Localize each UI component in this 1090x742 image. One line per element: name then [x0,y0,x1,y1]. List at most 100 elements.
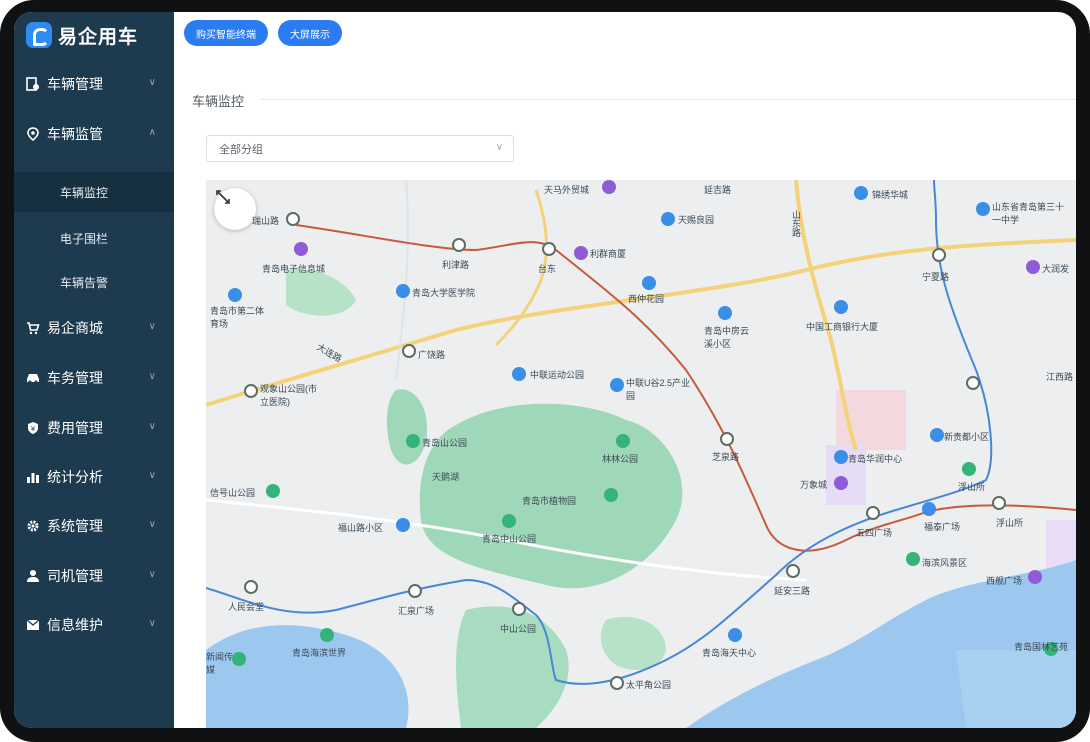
map-label: 观象山公园(市立医院) [260,384,317,407]
sidebar-item-mall[interactable]: 易企商城 ∨ [14,308,174,348]
poi-marker-icon[interactable] [976,202,990,216]
poi-marker-icon[interactable] [604,488,618,502]
metro-station-icon[interactable] [452,238,466,252]
sidebar-item-statistics[interactable]: 统计分析 ∨ [14,457,174,497]
chevron-down-icon: ∨ [148,421,156,432]
metro-station-icon[interactable] [408,584,422,598]
map-label: 中国工商银行大厦 [806,322,879,332]
metro-station-icon[interactable] [286,212,300,226]
metro-station-icon[interactable] [610,676,624,690]
poi-marker-icon[interactable] [962,462,976,476]
sidebar-item-system[interactable]: 系统管理 ∨ [14,506,174,546]
submenu-item-vehicle-monitoring[interactable]: 车辆监控 [14,172,174,212]
poi-marker-icon[interactable] [610,378,624,392]
metro-station-icon[interactable] [966,376,980,390]
chevron-up-icon: ∧ [148,127,156,138]
chevron-down-icon: ∨ [148,77,156,88]
mail-icon [25,617,41,633]
map-label: 西仲花园 [628,294,665,304]
map-label: 青岛海滨世界 [292,648,347,658]
sidebar-item-expenses[interactable]: ¥ 费用管理 ∨ [14,408,174,448]
poi-marker-icon[interactable] [228,288,242,302]
gear-icon [25,518,41,534]
metro-station-icon[interactable] [720,432,734,446]
map-label: 广饶路 [418,350,446,360]
vehicle-map[interactable]: 天马外贸城 延吉路 山东路 锦绣华城 山东省青岛第三十一中学 天赐良园 利群商厦… [206,180,1076,728]
poi-marker-icon[interactable] [834,300,848,314]
poi-marker-icon[interactable] [396,518,410,532]
poi-marker-icon[interactable] [294,242,308,256]
poi-marker-icon[interactable] [502,514,516,528]
big-screen-button[interactable]: 大屏展示 [278,20,342,46]
metro-station-icon[interactable] [866,506,880,520]
shield-icon: ¥ [25,420,41,436]
map-label: 青岛国林艺苑 [1014,642,1069,652]
map-label: 汇泉广场 [398,606,435,616]
map-label: 人民会堂 [228,602,265,612]
poi-marker-icon[interactable] [642,276,656,290]
submenu-item-geofence[interactable]: 电子围栏 [14,218,174,258]
sidebar-item-drivers[interactable]: 司机管理 ∨ [14,556,174,596]
map-label: 中联U谷2.5产业园 [626,378,691,401]
poi-marker-icon[interactable] [1028,570,1042,584]
map-label: 大润发 [1042,264,1070,274]
poi-marker-icon[interactable] [922,502,936,516]
map-label: 西舰广场 [986,576,1023,586]
device-frame: 易企用车 车辆管理 ∨ 车辆监管 ∧ 车辆监控 电子围栏 车辆告警 易企商城 ∨… [0,0,1090,742]
map-label: 青岛中山公园 [482,534,537,544]
metro-station-icon[interactable] [786,564,800,578]
poi-marker-icon[interactable] [406,434,420,448]
map-label: 青岛华润中心 [848,454,903,464]
map-label: 新贵都小区 [944,432,990,442]
submenu-label: 车辆监控 [60,185,109,200]
app-logo: 易企用车 [26,18,138,52]
map-label: 青岛电子信息城 [262,264,326,274]
poi-marker-icon[interactable] [854,186,868,200]
poi-marker-icon[interactable] [1026,260,1040,274]
poi-marker-icon[interactable] [602,180,616,194]
submenu-label: 车辆告警 [60,275,109,290]
metro-station-icon[interactable] [512,602,526,616]
poi-marker-icon[interactable] [574,246,588,260]
zoom-select-button[interactable] [214,188,256,230]
metro-station-icon[interactable] [992,496,1006,510]
metro-station-icon[interactable] [402,344,416,358]
page-title: 车辆监控 [192,94,245,109]
map-label: 芝泉路 [712,452,740,462]
poi-marker-icon[interactable] [834,476,848,490]
poi-marker-icon[interactable] [616,434,630,448]
poi-marker-icon[interactable] [396,284,410,298]
submenu-label: 电子围栏 [60,231,109,246]
poi-marker-icon[interactable] [728,628,742,642]
metro-station-icon[interactable] [542,242,556,256]
metro-station-icon[interactable] [244,384,258,398]
car-icon [25,370,41,386]
poi-marker-icon[interactable] [320,628,334,642]
app-title: 易企用车 [58,26,139,48]
zoom-area-icon [216,190,230,204]
car-doc-icon [25,76,41,92]
chevron-down-icon: ∨ [148,618,156,629]
map-label: 山东省青岛第三十一中学 [992,202,1065,225]
sidebar-item-car-affairs[interactable]: 车务管理 ∨ [14,358,174,398]
map-label: 太平角公园 [626,680,672,690]
poi-marker-icon[interactable] [512,367,526,381]
poi-marker-icon[interactable] [266,484,280,498]
metro-station-icon[interactable] [244,580,258,594]
sidebar-item-label: 信息维护 [47,617,103,633]
poi-marker-icon[interactable] [718,306,732,320]
poi-marker-icon[interactable] [930,428,944,442]
map-label: 天马外贸城 [544,185,590,195]
map-label: 福泰广场 [924,522,961,532]
group-select[interactable]: 全部分组 ∨ [206,135,514,162]
poi-marker-icon[interactable] [661,212,675,226]
metro-station-icon[interactable] [932,248,946,262]
sidebar-item-vehicle-management[interactable]: 车辆管理 ∨ [14,64,174,104]
submenu-item-vehicle-alarm[interactable]: 车辆告警 [14,262,174,302]
poi-marker-icon[interactable] [834,450,848,464]
buy-terminal-button[interactable]: 购买智能终端 [184,20,268,46]
cart-icon [25,320,41,336]
poi-marker-icon[interactable] [906,552,920,566]
sidebar-item-vehicle-supervision[interactable]: 车辆监管 ∧ [14,114,174,154]
sidebar-item-info-maintenance[interactable]: 信息维护 ∨ [14,605,174,645]
